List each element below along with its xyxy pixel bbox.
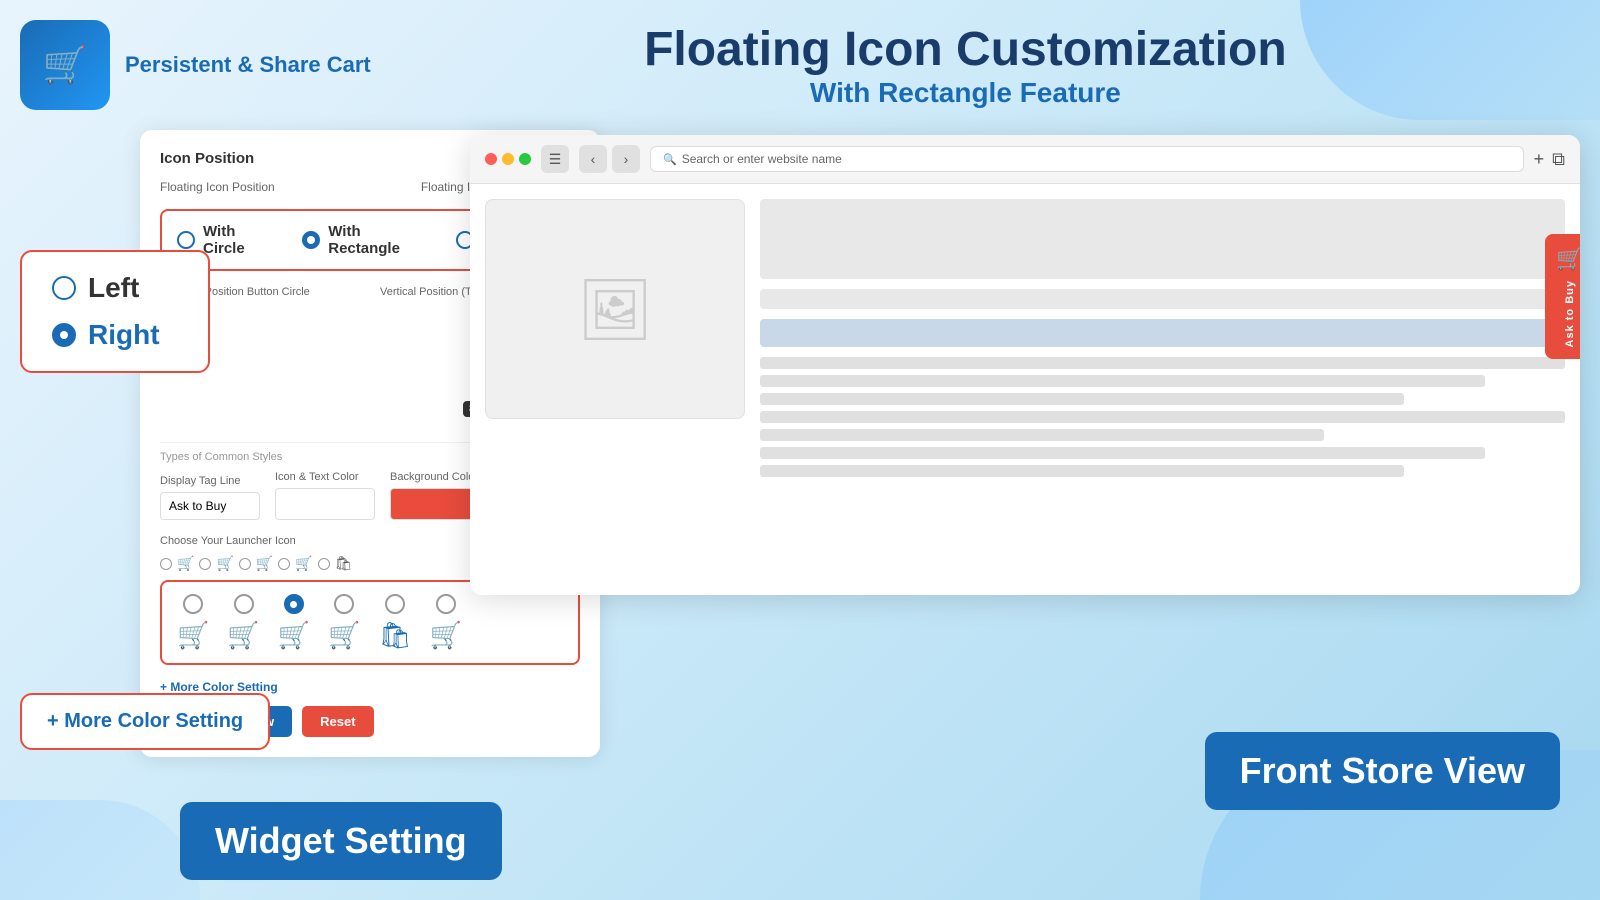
launcher-radio-5[interactable] xyxy=(385,594,405,614)
display-tag-input[interactable] xyxy=(160,492,260,520)
icon-color-label: Icon & Text Color xyxy=(275,471,375,483)
browser-nav: ‹ › xyxy=(579,145,640,173)
display-tag-field: Display Tag Line xyxy=(160,475,260,520)
launcher-item-3[interactable]: 🛒 xyxy=(278,594,310,651)
content-block-image xyxy=(760,199,1565,279)
left-radio[interactable] xyxy=(52,276,76,300)
product-section: 🖼 xyxy=(485,199,745,579)
floating-cart-button[interactable]: N 🛒 Ask to Buy xyxy=(1545,234,1580,359)
browser-actions: + ⧉ xyxy=(1534,149,1565,170)
main-content: Left Right + More Color Setting Icon Pos… xyxy=(0,120,1600,880)
line-3 xyxy=(760,393,1404,405)
reset-button[interactable]: Reset xyxy=(302,706,373,737)
content-lines xyxy=(760,357,1565,477)
logo-icon: 🛒 xyxy=(43,44,88,86)
left-label: Left xyxy=(88,272,139,304)
launcher-item-5[interactable]: 🛍 xyxy=(379,594,412,651)
url-text: Search or enter website name xyxy=(682,152,842,166)
forward-button[interactable]: › xyxy=(612,145,640,173)
add-tab-button[interactable]: + xyxy=(1534,149,1545,170)
line-4 xyxy=(760,411,1565,423)
with-rectangle-option[interactable]: With Rectangle xyxy=(302,223,431,257)
widget-setting-label: Widget Setting xyxy=(180,802,502,880)
line-1 xyxy=(760,357,1565,369)
browser-dots xyxy=(485,153,531,165)
image-placeholder-icon: 🖼 xyxy=(577,274,653,345)
page-subtitle: With Rectangle Feature xyxy=(371,77,1560,109)
launcher-icon-2-small: 🛒 xyxy=(216,555,233,572)
dot-red[interactable] xyxy=(485,153,497,165)
launcher-icon-2: 🛒 xyxy=(227,620,259,651)
right-label: Right xyxy=(88,319,160,351)
header: 🛒 Persistent & Share Cart Floating Icon … xyxy=(0,0,1600,120)
launcher-radio-3-small[interactable] xyxy=(239,558,251,570)
launcher-icon-4: 🛒 xyxy=(328,620,360,651)
right-option[interactable]: Right xyxy=(52,319,178,351)
page-title: Floating Icon Customization xyxy=(371,22,1560,77)
search-icon: 🔍 xyxy=(663,153,677,166)
launcher-item-6[interactable]: 🛒 xyxy=(430,594,462,651)
right-radio[interactable] xyxy=(52,323,76,347)
position-radio-box: Left Right xyxy=(20,250,210,373)
line-6 xyxy=(760,447,1485,459)
header-title-section: Floating Icon Customization With Rectang… xyxy=(371,22,1560,109)
launcher-radio-4[interactable] xyxy=(334,594,354,614)
cart-icon: 🛒 xyxy=(1556,246,1580,272)
sidebar-toggle-icon[interactable]: ☰ xyxy=(541,145,569,173)
cart-rect[interactable]: N 🛒 Ask to Buy xyxy=(1545,234,1580,359)
launcher-icon-3: 🛒 xyxy=(278,620,310,651)
rectangle-label: With Rectangle xyxy=(328,223,431,257)
cart-text: Ask to Buy xyxy=(1564,280,1576,347)
left-panel: Left Right + More Color Setting Icon Pos… xyxy=(20,120,440,870)
front-store-label: Front Store View xyxy=(1205,732,1560,810)
launcher-radio-2-small[interactable] xyxy=(199,558,211,570)
browser-window: ☰ ‹ › 🔍 Search or enter website name + ⧉ xyxy=(470,135,1580,595)
content-block-highlighted xyxy=(760,319,1565,347)
browser-bar: ☰ ‹ › 🔍 Search or enter website name + ⧉ xyxy=(470,135,1580,184)
logo-box: 🛒 xyxy=(20,20,110,110)
launcher-radio-6[interactable] xyxy=(436,594,456,614)
logo-title: Persistent & Share Cart xyxy=(125,51,371,80)
product-image: 🖼 xyxy=(485,199,745,419)
display-tag-label: Display Tag Line xyxy=(160,475,260,487)
rectangle-radio[interactable] xyxy=(302,231,320,249)
content-right xyxy=(760,199,1565,579)
launcher-radio-3[interactable] xyxy=(284,594,304,614)
left-option[interactable]: Left xyxy=(52,272,178,304)
copy-button[interactable]: ⧉ xyxy=(1552,149,1565,170)
logo-text: Persistent & Share Cart xyxy=(125,51,371,80)
url-bar[interactable]: 🔍 Search or enter website name xyxy=(650,146,1524,172)
more-color-box: + More Color Setting xyxy=(20,693,270,750)
launcher-radio-1[interactable] xyxy=(183,594,203,614)
line-2 xyxy=(760,375,1485,387)
launcher-icon-6: 🛒 xyxy=(430,620,462,651)
launcher-item-4[interactable]: 🛒 xyxy=(328,594,360,651)
dot-green[interactable] xyxy=(519,153,531,165)
launcher-icon-4-small: 🛒 xyxy=(295,555,312,572)
circle-label: With Circle xyxy=(203,223,277,257)
floating-position-label: Floating Icon Position xyxy=(160,180,275,194)
more-color-link[interactable]: + More Color Setting xyxy=(47,710,243,733)
launcher-radio-2[interactable] xyxy=(234,594,254,614)
dot-yellow[interactable] xyxy=(502,153,514,165)
launcher-item-2[interactable]: 🛒 xyxy=(227,594,259,651)
launcher-radio-4-small[interactable] xyxy=(278,558,290,570)
launcher-icon-1: 🛒 xyxy=(177,620,209,651)
circle-radio[interactable] xyxy=(177,231,195,249)
launcher-radio-1-small[interactable] xyxy=(160,558,172,570)
back-button[interactable]: ‹ xyxy=(579,145,607,173)
launcher-icon-1-small: 🛒 xyxy=(177,555,194,572)
launcher-icon-3-small: 🛒 xyxy=(256,555,273,572)
line-5 xyxy=(760,429,1324,441)
icon-color-field: Icon & Text Color xyxy=(275,471,375,520)
launcher-radio-5-small[interactable] xyxy=(318,558,330,570)
right-panel: ☰ ‹ › 🔍 Search or enter website name + ⧉ xyxy=(470,120,1580,870)
icon-color-swatch[interactable] xyxy=(275,488,375,520)
launcher-item-1[interactable]: 🛒 xyxy=(177,594,209,651)
launcher-icon-5: 🛍 xyxy=(379,620,412,651)
content-block-medium xyxy=(760,289,1565,309)
line-7 xyxy=(760,465,1404,477)
launcher-icon-5-small: 🛍 xyxy=(335,555,353,572)
browser-content: 🖼 xyxy=(470,184,1580,594)
